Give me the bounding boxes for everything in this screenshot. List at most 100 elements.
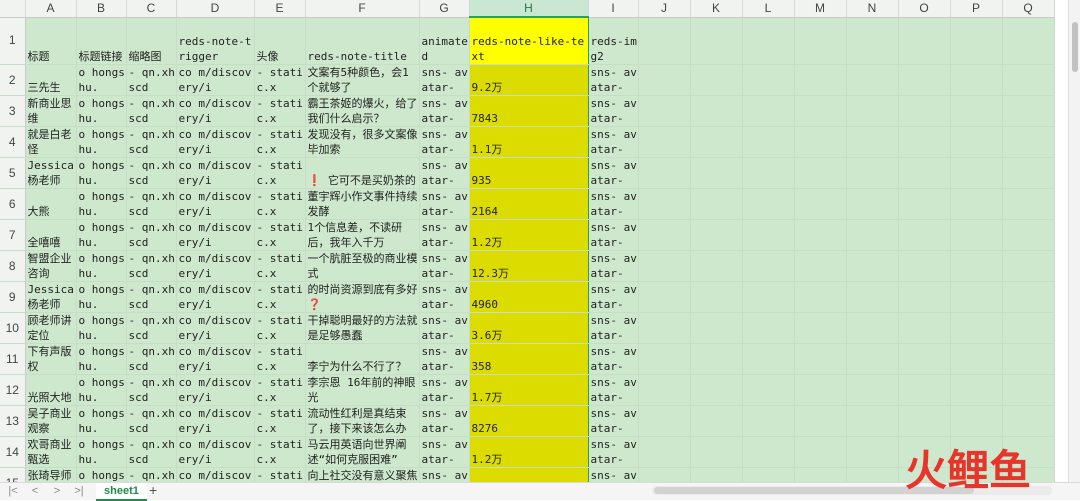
cell-k[interactable]	[690, 343, 743, 375]
cell-l[interactable]	[742, 250, 795, 282]
cell-k[interactable]	[690, 17, 743, 65]
cell-o[interactable]	[898, 312, 951, 344]
cell-b[interactable]: www.xiao hongshu.	[76, 64, 127, 96]
cell-d[interactable]: iaohongshu.co m/discovery/i	[176, 312, 255, 344]
cell-e[interactable]: picasso- static.x	[254, 250, 306, 282]
cell-p[interactable]	[950, 219, 1003, 251]
cell-i[interactable]: reds-img2	[588, 17, 639, 65]
cell-l[interactable]	[742, 281, 795, 313]
cell-a[interactable]: 吴子商业观察	[25, 405, 77, 437]
cell-d[interactable]: iaohongshu.co m/discovery/i	[176, 188, 255, 220]
cell-b[interactable]: 标题链接	[76, 17, 127, 65]
cell-b[interactable]: www.xiao hongshu.	[76, 374, 127, 406]
cell-f[interactable]: ❗ 它可不是买奶茶的	[305, 157, 420, 189]
cell-h[interactable]: 8276	[468, 405, 589, 437]
column-header-l[interactable]: L	[742, 0, 795, 18]
select-all-corner[interactable]	[0, 0, 26, 18]
cell-g[interactable]: sns- avatar-	[419, 250, 470, 282]
cell-a[interactable]: 三先生	[25, 64, 77, 96]
cell-d[interactable]: iaohongshu.co m/discovery/i	[176, 219, 255, 251]
column-header-c[interactable]: C	[126, 0, 177, 18]
cell-g[interactable]: sns- avatar-	[419, 95, 470, 127]
cell-m[interactable]	[794, 405, 847, 437]
cell-n[interactable]	[846, 436, 899, 468]
cell-q[interactable]	[1002, 281, 1055, 313]
cell-f[interactable]: 一个肮脏至极的商业模式	[305, 250, 420, 282]
column-header-b[interactable]: B	[76, 0, 127, 18]
cell-l[interactable]	[742, 219, 795, 251]
cell-f[interactable]: 干掉聪明最好的方法就是足够愚蠢	[305, 312, 420, 344]
cell-m[interactable]	[794, 95, 847, 127]
cell-o[interactable]	[898, 281, 951, 313]
column-header-i[interactable]: I	[588, 0, 639, 18]
cell-k[interactable]	[690, 157, 743, 189]
row-header[interactable]: 3	[0, 95, 26, 127]
cell-e[interactable]: 头像	[254, 17, 306, 65]
cell-l[interactable]	[742, 436, 795, 468]
cell-b[interactable]: www.xiao hongshu.	[76, 188, 127, 220]
cell-o[interactable]	[898, 95, 951, 127]
cell-g[interactable]: sns- avatar-	[419, 436, 470, 468]
cell-a[interactable]: 顾老师讲定位	[25, 312, 77, 344]
cell-n[interactable]	[846, 312, 899, 344]
cell-j[interactable]	[638, 312, 691, 344]
cell-o[interactable]	[898, 343, 951, 375]
cell-n[interactable]	[846, 343, 899, 375]
column-header-k[interactable]: K	[690, 0, 743, 18]
cell-q[interactable]	[1002, 343, 1055, 375]
cell-k[interactable]	[690, 405, 743, 437]
cell-d[interactable]: iaohongshu.co m/discovery/i	[176, 467, 255, 482]
cell-p[interactable]	[950, 64, 1003, 96]
cell-g[interactable]: sns- avatar-	[419, 405, 470, 437]
cell-n[interactable]	[846, 374, 899, 406]
spreadsheet-grid[interactable]: A B C D E F G H I J K L M N O P Q 1 标题 标题链接 缩略图 reds-note-tri…	[0, 0, 1068, 482]
cell-m[interactable]	[794, 17, 847, 65]
cell-j[interactable]	[638, 250, 691, 282]
column-header-q[interactable]: Q	[1002, 0, 1055, 18]
cell-a[interactable]: 大熊	[25, 188, 77, 220]
cell-p[interactable]	[950, 17, 1003, 65]
cell-o[interactable]	[898, 157, 951, 189]
row-header[interactable]: 13	[0, 405, 26, 437]
cell-f[interactable]: 1个信息差，不读研后，我年入千万	[305, 219, 420, 251]
cell-c[interactable]: sns-img- qn.xhscd	[126, 95, 177, 127]
cell-h[interactable]: 12.3万	[468, 250, 589, 282]
cell-i[interactable]: sns- avatar-	[588, 281, 639, 313]
cell-i[interactable]: sns- avatar-	[588, 157, 639, 189]
cell-n[interactable]	[846, 281, 899, 313]
cell-e[interactable]: picasso- static.x	[254, 219, 306, 251]
vertical-scroll-thumb[interactable]	[1072, 22, 1078, 72]
last-sheet-icon[interactable]: >|	[72, 484, 86, 498]
column-header-p[interactable]: P	[950, 0, 1003, 18]
cell-h[interactable]: 1.2万	[468, 436, 589, 468]
cell-e[interactable]: picasso- static.x	[254, 312, 306, 344]
row-header[interactable]: 12	[0, 374, 26, 406]
cell-d[interactable]: iaohongshu.co m/discovery/i	[176, 281, 255, 313]
row-header[interactable]: 5	[0, 157, 26, 189]
cell-m[interactable]	[794, 126, 847, 158]
cell-f[interactable]: 董宇辉小作文事件持续发酵	[305, 188, 420, 220]
cell-m[interactable]	[794, 281, 847, 313]
cell-k[interactable]	[690, 95, 743, 127]
cell-k[interactable]	[690, 250, 743, 282]
cell-l[interactable]	[742, 312, 795, 344]
cell-j[interactable]	[638, 64, 691, 96]
cell-b[interactable]: www.xiao hongshu.	[76, 157, 127, 189]
row-header[interactable]: 2	[0, 64, 26, 96]
cell-c[interactable]: sns-img- qn.xhscd	[126, 436, 177, 468]
cell-b[interactable]: www.xiao hongshu.	[76, 467, 127, 482]
cell-j[interactable]	[638, 219, 691, 251]
cell-f[interactable]: 文案有5种颜色，会1个就够了	[305, 64, 420, 96]
row-header[interactable]: 4	[0, 126, 26, 158]
cell-p[interactable]	[950, 157, 1003, 189]
cell-e[interactable]: picasso- static.x	[254, 436, 306, 468]
column-header-n[interactable]: N	[846, 0, 899, 18]
cell-k[interactable]	[690, 126, 743, 158]
cell-j[interactable]	[638, 157, 691, 189]
cell-m[interactable]	[794, 312, 847, 344]
column-header-h[interactable]: H	[469, 0, 589, 18]
cell-c[interactable]: sns-img- qn.xhscd	[126, 312, 177, 344]
cell-n[interactable]	[846, 467, 899, 482]
cell-f[interactable]: 发现没有，很多文案像毕加索	[305, 126, 420, 158]
cell-j[interactable]	[638, 436, 691, 468]
